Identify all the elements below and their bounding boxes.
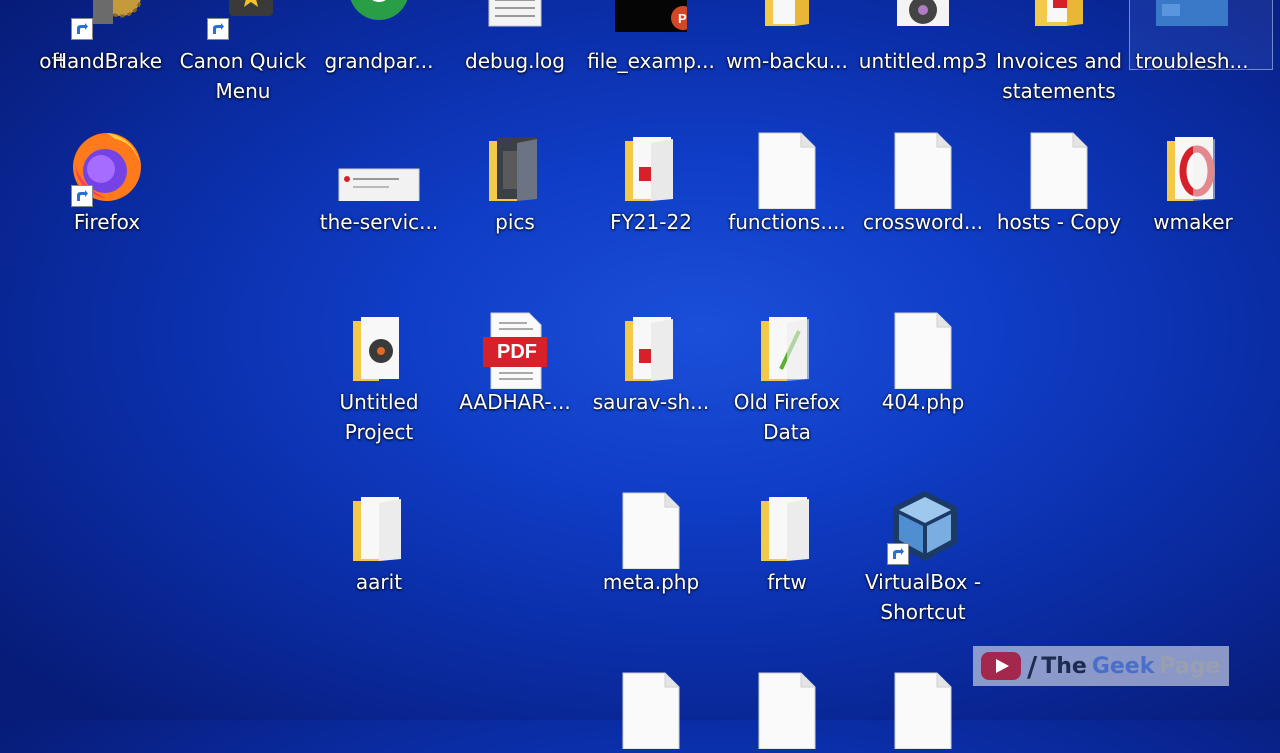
icon-label: pics — [495, 210, 535, 234]
desktop-icon-untitled-mp3[interactable]: untitled.mp3 — [857, 0, 989, 76]
folder-pdf-icon — [1023, 0, 1095, 40]
desktop-icon-aadhar[interactable]: PDF AADHAR-... — [449, 309, 581, 417]
desktop-icon-firefox[interactable]: Firefox — [41, 129, 173, 237]
icon-label: meta.php — [602, 570, 700, 594]
icon-label: Invoices and statements — [996, 49, 1122, 103]
desktop-icon-404-php[interactable]: 404.php — [857, 309, 989, 417]
desktop-icon-file-partial[interactable] — [585, 669, 717, 750]
desktop-icon-crossword[interactable]: crossword... — [857, 129, 989, 237]
desktop-icon-grandpar[interactable]: grandpar... — [313, 0, 445, 76]
icon-label: FY21-22 — [610, 210, 692, 234]
icon-label: debug.log — [465, 49, 565, 73]
desktop-icon-the-servic[interactable]: the-servic... — [313, 129, 445, 237]
canon-quick-menu-icon — [207, 0, 279, 40]
chrome-icon — [343, 0, 415, 40]
icon-label: hosts - Copy — [996, 210, 1122, 234]
desktop-icon-functions[interactable]: functions.... — [721, 129, 853, 237]
blank-file-icon — [1023, 129, 1095, 210]
desktop-icon-file-partial[interactable] — [721, 669, 853, 750]
folder-icon — [751, 489, 823, 561]
virtualbox-icon — [887, 489, 959, 565]
pdf-badge: PDF — [497, 341, 537, 363]
watermark-slash: / — [1027, 649, 1038, 683]
icon-label: untitled.mp3 — [858, 49, 988, 73]
svg-text:P: P — [678, 11, 687, 26]
screenshot-file-icon — [1152, 0, 1232, 40]
icon-label: file_examp... — [587, 49, 715, 73]
icon-label: Old Firefox Data — [733, 390, 841, 444]
desktop-icon-file-examp[interactable]: P file_examp... — [585, 0, 717, 76]
youtube-play-icon — [981, 652, 1021, 680]
desktop-icon-aarit[interactable]: aarit — [313, 489, 445, 597]
folder-project-icon — [343, 309, 415, 381]
folder-icon — [751, 309, 823, 381]
watermark-text-geek: Geek — [1091, 653, 1155, 679]
folder-pdf-icon — [615, 129, 687, 201]
firefox-icon — [71, 129, 143, 207]
blank-file-icon — [887, 129, 959, 210]
icon-label: troublesh... — [1135, 49, 1249, 73]
folder-icon — [751, 0, 823, 40]
desktop-icon-pics[interactable]: pics — [449, 129, 581, 237]
watermark-text-the: The — [1041, 653, 1087, 679]
icon-label: Canon Quick Menu — [179, 49, 307, 103]
icon-label: frtw — [767, 570, 807, 594]
desktop-icon-saurav[interactable]: saurav-sh... — [585, 309, 717, 417]
channel-watermark: / The Geek Page — [973, 646, 1229, 686]
blank-file-icon — [751, 129, 823, 210]
desktop-icon-wmaker[interactable]: wmaker — [1127, 129, 1259, 237]
desktop-icon-debuglog[interactable]: debug.log — [449, 0, 581, 76]
desktop-icon-file-partial[interactable] — [857, 669, 989, 750]
icon-label: grandpar... — [324, 49, 434, 73]
powerpoint-file-icon: P — [609, 0, 695, 40]
folder-icon — [343, 489, 415, 561]
icon-label: wm-backu... — [726, 49, 848, 73]
shortcut-arrow-icon — [71, 18, 93, 40]
icon-label: Untitled Project — [339, 390, 419, 444]
icon-label: AADHAR-... — [459, 390, 571, 414]
image-file-icon — [338, 129, 420, 201]
icon-label: 404.php — [881, 390, 965, 414]
desktop-icon-wm-backup[interactable]: wm-backu... — [721, 0, 853, 76]
shortcut-arrow-icon — [207, 18, 229, 40]
icon-label: functions.... — [728, 210, 846, 234]
desktop-icon-handbrake[interactable]: HandBrake — [41, 0, 173, 76]
desktop-icon-old-firefox-data[interactable]: Old Firefox Data — [721, 309, 853, 447]
app-icon — [0, 0, 44, 40]
icon-label: HandBrake — [51, 49, 163, 73]
folder-icon — [479, 129, 551, 201]
blank-file-icon — [615, 669, 687, 750]
pdf-file-icon: PDF — [479, 309, 551, 390]
desktop-icon-troublesh[interactable]: troublesh... — [1126, 0, 1258, 76]
icon-label: crossword... — [862, 210, 984, 234]
watermark-text-page: Page — [1159, 653, 1221, 679]
blank-file-icon — [751, 669, 823, 750]
icon-label: wmaker — [1153, 210, 1233, 234]
folder-wmaker-icon — [1157, 129, 1229, 201]
desktop-icon-meta-php[interactable]: meta.php — [585, 489, 717, 597]
text-file-icon — [479, 0, 551, 40]
desktop-icon-hosts-copy[interactable]: hosts - Copy — [993, 129, 1125, 237]
folder-pdf-icon — [615, 309, 687, 381]
desktop: oft HandBrake Canon Quick Menu grandpar.… — [0, 0, 1280, 750]
icon-label: aarit — [355, 570, 403, 594]
blank-file-icon — [887, 309, 959, 390]
icon-label: Firefox — [73, 210, 141, 234]
icon-label: VirtualBox - Shortcut — [864, 570, 982, 624]
desktop-icon-fy21-22[interactable]: FY21-22 — [585, 129, 717, 237]
shortcut-arrow-icon — [887, 543, 909, 565]
blank-file-icon — [615, 489, 687, 570]
icon-label: saurav-sh... — [592, 390, 710, 414]
desktop-icon-virtualbox[interactable]: VirtualBox - Shortcut — [857, 489, 989, 627]
desktop-icon-canon[interactable]: Canon Quick Menu — [177, 0, 309, 106]
desktop-icon-invoices[interactable]: Invoices and statements — [993, 0, 1125, 106]
shortcut-arrow-icon — [71, 185, 93, 207]
audio-file-icon — [887, 0, 959, 40]
desktop-icon-untitled-project[interactable]: Untitled Project — [313, 309, 445, 447]
desktop-icon-frtw[interactable]: frtw — [721, 489, 853, 597]
icon-label: the-servic... — [319, 210, 439, 234]
blank-file-icon — [887, 669, 959, 750]
handbrake-icon — [71, 0, 143, 40]
